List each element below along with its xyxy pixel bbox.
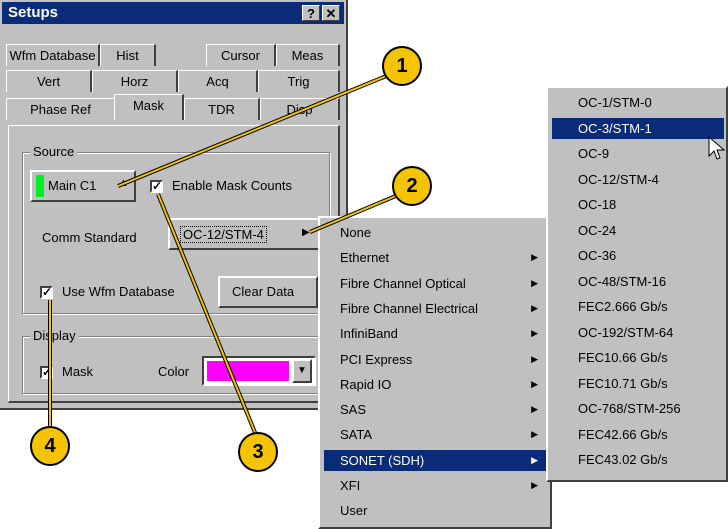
menu-item[interactable]: SONET (SDH) ▶ [324,449,548,471]
submenu-arrow-icon: ▶ [531,353,538,364]
use-wfm-database-label: Use Wfm Database [62,284,175,299]
submenu-item[interactable]: OC-1/STM-0 [552,92,724,113]
tab-mask[interactable]: Mask [114,94,184,120]
comm-standard-label: Comm Standard [42,230,137,245]
submenu-item[interactable]: FEC10.71 Gb/s [552,373,724,394]
color-dropdown[interactable]: ▼ [202,356,316,386]
comm-standard-value: OC-12/STM-4 [180,226,267,243]
menu-item[interactable]: SATA ▶ [324,424,548,445]
clear-data-button[interactable]: Clear Data [218,276,318,308]
mask-checkbox-label: Mask [62,364,94,379]
menu-item[interactable]: User [324,500,548,521]
submenu-arrow-icon: ▶ [531,480,538,490]
tab-hist[interactable]: Hist [100,44,156,66]
tab-wfm-database[interactable]: Wfm Database [6,44,100,66]
enable-mask-counts-checkbox[interactable]: ✓ [150,180,163,193]
submenu-item[interactable]: OC-48/STM-16 [552,271,724,292]
clear-data-label: Clear Data [232,284,295,299]
submenu-item[interactable]: OC-768/STM-256 [552,398,724,419]
submenu-arrow-icon: ▶ [531,378,538,389]
submenu-item[interactable]: OC-36 [552,245,724,266]
submenu-arrow-icon: ▶ [531,404,538,415]
mouse-pointer-icon [708,136,726,160]
callout-4: 4 [30,426,70,466]
callout-1: 1 [382,46,422,86]
menu-item-label: User [340,503,368,519]
tab-cursor[interactable]: Cursor [206,44,276,66]
submenu-item[interactable]: FEC2.666 Gb/s [552,296,724,317]
menu-item[interactable]: Ethernet ▶ [324,247,548,268]
submenu-item[interactable]: OC-18 [552,194,724,215]
submenu-arrow-icon: ▶ [302,227,310,238]
menu-item-label: None [340,225,372,240]
menu-item-label: Fibre Channel Electrical [340,300,479,316]
menu-item-label: XFI [340,478,361,493]
chevron-down-icon[interactable]: ▼ [292,359,312,383]
menu-item[interactable]: InfiniBand ▶ [324,323,548,344]
enable-mask-counts-label: Enable Mask Counts [172,178,292,193]
display-group-label: Display [30,328,79,343]
mask-checkbox[interactable]: ✓ [40,366,53,379]
menu-item[interactable]: XFI ▶ [324,475,548,496]
menu-item-label: Rapid IO [340,376,392,392]
menu-item[interactable]: Fibre Channel Electrical ▶ [324,298,548,319]
submenu-arrow-icon: ▶ [531,328,538,339]
menu-item-label: PCI Express [340,351,413,367]
tab-tdr[interactable]: TDR [184,98,260,120]
color-swatch [207,361,289,381]
menu-item[interactable]: SAS ▶ [324,399,548,420]
source-button[interactable]: Main C1 ▲ [30,170,136,202]
callout-2: 2 [392,166,432,206]
menu-item-label: SAS [340,402,367,418]
comm-standard-button[interactable]: OC-12/STM-4 ▶ [168,218,322,250]
menu-item-label: SONET (SDH) [340,452,425,468]
submenu-item[interactable]: OC-3/STM-1 [552,117,724,139]
help-button[interactable]: ? [302,5,320,21]
menu-item-label: InfiniBand [340,326,398,342]
tab-phase-ref[interactable]: Phase Ref [6,98,116,120]
tab-horz[interactable]: Horz [92,70,178,92]
source-button-label: Main C1 [48,178,97,193]
submenu-arrow-icon: ▶ [531,454,538,465]
submenu-item[interactable]: FEC42.66 Gb/s [552,424,724,445]
menu-item[interactable]: None [324,222,548,243]
menu-item-label: SATA [340,427,373,443]
submenu-item[interactable]: OC-12/STM-4 [552,169,724,190]
source-color-indicator [36,175,44,197]
source-group-label: Source [30,144,78,159]
menu-item[interactable]: Fibre Channel Optical ▶ [324,273,548,294]
submenu-arrow-icon: ▶ [531,429,538,440]
close-button[interactable]: ✕ [322,5,340,21]
submenu-item[interactable]: FEC43.02 Gb/s [552,449,724,470]
menu-item[interactable]: PCI Express ▶ [324,349,548,370]
submenu-arrow-icon: ▶ [531,277,538,288]
menu-item[interactable]: Rapid IO ▶ [324,374,548,395]
menu-item-label: Ethernet [340,250,390,266]
menu-item-label: Fibre Channel Optical [340,275,466,291]
submenu-arrow-icon: ▶ [531,252,538,263]
submenu-item[interactable]: FEC10.66 Gb/s [552,347,724,368]
dialog-title-bar[interactable]: Setups ? ✕ [2,2,344,24]
submenu-item[interactable]: OC-24 [552,220,724,241]
tab-meas[interactable]: Meas [276,44,340,66]
tab-vert[interactable]: Vert [6,70,92,92]
setups-dialog: Setups ? ✕ Wfm Database Hist Cursor Meas… [0,0,348,410]
comm-standard-menu: None Ethernet ▶ Fibre Channel Optical ▶ Fibre… [318,216,552,529]
tab-disp[interactable]: Disp [260,98,340,120]
tab-trig[interactable]: Trig [258,70,340,92]
submenu-arrow-icon: ▶ [531,302,538,313]
callout-3: 3 [238,432,278,472]
submenu-item[interactable]: OC-9 [552,143,724,164]
submenu-item[interactable]: OC-192/STM-64 [552,322,724,343]
caret-up-icon: ▲ [118,177,129,189]
tab-acq[interactable]: Acq [178,70,258,92]
sonet-submenu: OC-1/STM-0 OC-3/STM-1 OC-9 OC-12/STM-4 OC-18… [546,86,728,482]
dialog-title: Setups [8,4,59,21]
use-wfm-database-checkbox[interactable]: ✓ [40,286,53,299]
color-label: Color [158,364,190,379]
